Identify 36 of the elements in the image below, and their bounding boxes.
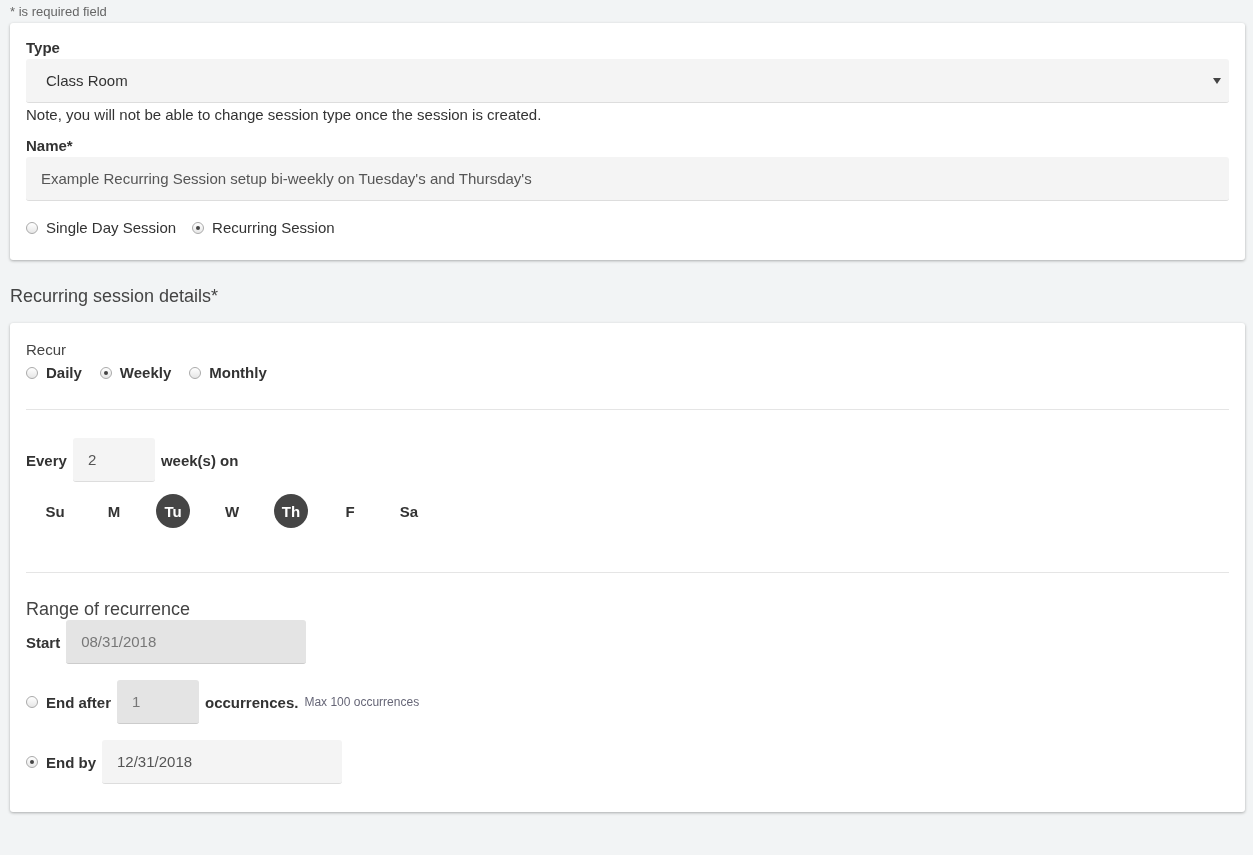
radio-button[interactable] xyxy=(99,366,112,379)
input-field[interactable]: 12/31/2018 xyxy=(102,740,342,784)
radio-label[interactable]: Monthly xyxy=(209,364,267,381)
type-label: Type xyxy=(26,39,61,56)
interval-field[interactable]: 2 xyxy=(72,438,155,482)
radio-button[interactable] xyxy=(189,366,202,379)
required-field-note: * is required field xyxy=(10,4,108,19)
range-title: Range of recurrence xyxy=(26,599,192,620)
radio-label[interactable]: Recurring Session xyxy=(212,219,335,236)
weekday-toggle[interactable]: Su xyxy=(38,494,72,528)
weekday-toggle[interactable]: Th xyxy=(274,494,308,528)
weekday-toggle[interactable]: W xyxy=(215,494,249,528)
radio-label[interactable]: Single Day Session xyxy=(46,219,177,236)
radio-button[interactable] xyxy=(26,221,38,234)
radio-label[interactable]: Weekly xyxy=(119,364,172,381)
max-hint: Max 100 occurrences xyxy=(304,695,420,709)
weekday-toggle[interactable]: Tu xyxy=(156,494,190,528)
start-label: Start xyxy=(26,633,61,651)
radio-button[interactable] xyxy=(192,221,205,234)
caret-icon xyxy=(1213,77,1221,84)
radio-label[interactable]: Daily xyxy=(46,364,82,381)
recur-label: Recur xyxy=(26,341,67,358)
interval-unit-label: week(s) on xyxy=(160,451,239,469)
name-field[interactable]: Example Recurring Session setup bi-weekly on Tuesday's and Thursday's xyxy=(26,157,1229,201)
type-note: Note, you will not be able to change session type once the session is created. xyxy=(26,106,543,123)
type-select[interactable]: Class Room xyxy=(26,59,1229,103)
section-title: Recurring session details* xyxy=(10,286,220,307)
radio-button[interactable] xyxy=(26,756,38,768)
radio-button[interactable] xyxy=(26,366,38,379)
radio-label[interactable]: End by xyxy=(46,753,96,771)
every-label: Every xyxy=(26,451,67,469)
weekday-toggle[interactable]: F xyxy=(333,494,367,528)
weekday-toggle[interactable]: M xyxy=(97,494,131,528)
weekday-toggle[interactable]: Sa xyxy=(392,494,426,528)
occurrences-label: occurrences. xyxy=(205,693,299,711)
name-label: Name* xyxy=(26,137,74,154)
